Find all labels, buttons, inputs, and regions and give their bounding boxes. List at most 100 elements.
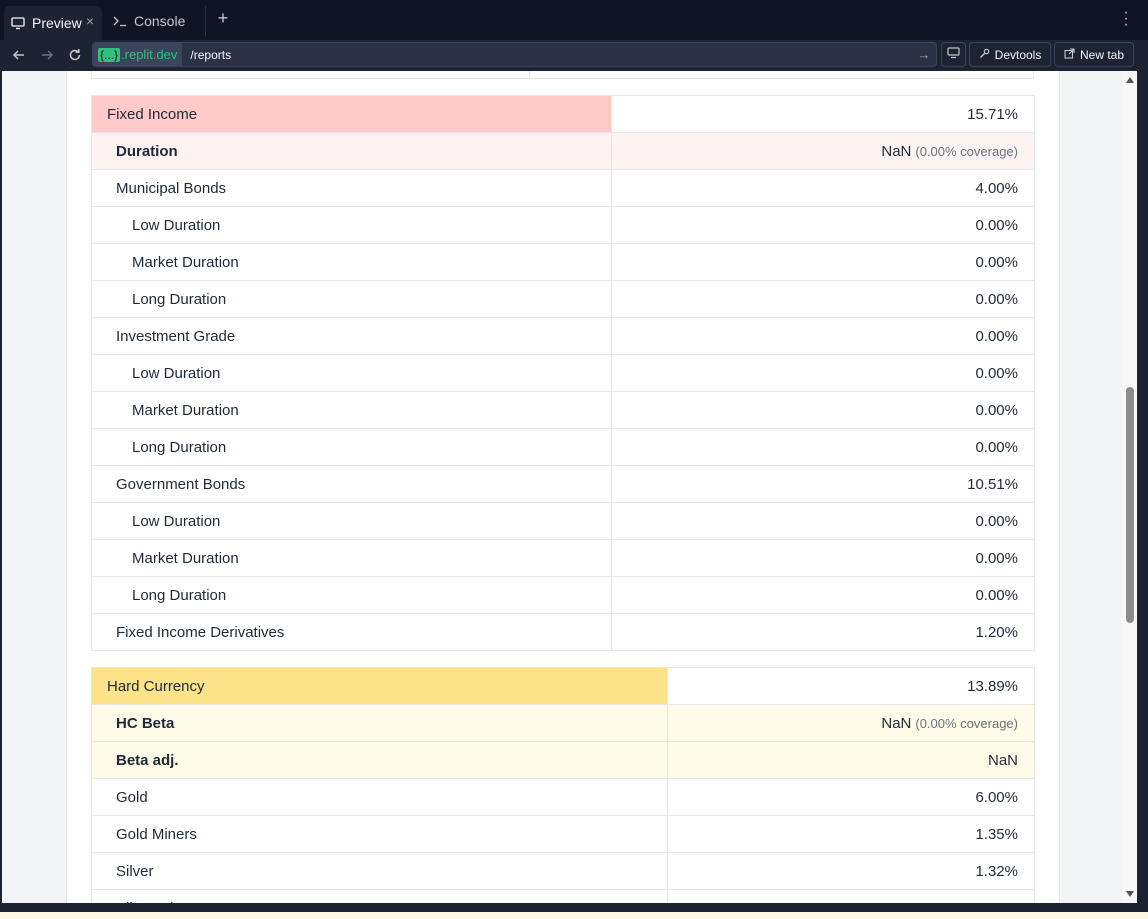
table-row: Government Bonds 10.51%	[92, 466, 1034, 503]
row-label: Silver Miners	[92, 890, 668, 903]
devtools-label: Devtools	[994, 47, 1042, 62]
table-row: Market Duration 0.00%	[92, 392, 1034, 429]
scrollbar-thumb[interactable]	[1126, 387, 1134, 623]
forward-arrow-icon[interactable]	[36, 44, 58, 66]
row-value-cell: 1.32%	[975, 853, 1018, 889]
row-label: Market Duration	[92, 244, 612, 280]
metric-row: Duration NaN (0.00% coverage)	[92, 133, 1034, 170]
tab-console[interactable]: Console	[108, 6, 206, 36]
row-label: Low Duration	[92, 355, 612, 391]
table-row: Market Duration 0.00%	[92, 244, 1034, 281]
row-value: 10.51%	[967, 475, 1018, 493]
preview-viewport: Fixed Income 15.71% Duration NaN (0.00% co…	[2, 71, 1123, 903]
screen-size-button[interactable]	[941, 42, 966, 67]
row-value-cell: 0.00%	[975, 577, 1018, 613]
row-label: Long Duration	[92, 577, 612, 613]
row-value: NaN	[987, 751, 1018, 769]
more-options-icon[interactable]: · · ·	[1120, 5, 1132, 33]
table-row: Investment Grade 0.00%	[92, 318, 1034, 355]
row-label: Market Duration	[92, 540, 612, 576]
go-arrow-icon[interactable]: →	[912, 47, 936, 62]
previous-table-row	[91, 71, 1034, 79]
browser-tab-bar: Preview × Console + · · ·	[0, 0, 1148, 40]
row-label: Market Duration	[92, 392, 612, 428]
taskbar-strip	[0, 912, 1148, 919]
row-value: 0.00%	[975, 216, 1018, 234]
vertical-scrollbar[interactable]	[1123, 71, 1137, 903]
row-label: Gold	[92, 779, 668, 815]
row-value-cell: 10.51%	[967, 466, 1018, 502]
table-row: Silver Miners 5.22%	[92, 890, 1034, 903]
window-frame	[1137, 71, 1148, 903]
row-value: 0.00%	[975, 401, 1018, 419]
table-row: Silver 1.32%	[92, 853, 1034, 890]
row-label: Silver	[92, 853, 668, 889]
row-label: Low Duration	[92, 207, 612, 243]
row-value-cell: 1.35%	[975, 816, 1018, 852]
url-bar[interactable]: {...} .replit.dev /reports →	[92, 42, 937, 67]
monitor-icon	[10, 15, 26, 31]
hard-currency-header-row: Hard Currency 13.89%	[92, 668, 1034, 705]
close-tab-icon[interactable]: ×	[82, 13, 98, 29]
row-value: 6.00%	[975, 788, 1018, 806]
row-value-cell: NaN (0.00% coverage)	[881, 133, 1018, 169]
coverage-note: (0.00% coverage)	[915, 143, 1018, 159]
row-label: Duration	[92, 133, 612, 169]
table-row: Low Duration 0.00%	[92, 207, 1034, 244]
row-label: Low Duration	[92, 503, 612, 539]
row-value-cell: NaN (0.00% coverage)	[881, 705, 1018, 741]
row-value: 0.00%	[975, 512, 1018, 530]
row-value: 0.00%	[975, 549, 1018, 567]
metric-row: Beta adj. NaN	[92, 742, 1034, 779]
row-value-cell: 0.00%	[975, 392, 1018, 428]
scroll-up-arrow-icon[interactable]	[1126, 77, 1134, 83]
browser-toolbar: {...} .replit.dev /reports → Devtools Ne…	[0, 40, 1148, 70]
row-value-cell: NaN	[988, 742, 1018, 778]
table-row: Gold 6.00%	[92, 779, 1034, 816]
scroll-down-arrow-icon[interactable]	[1126, 891, 1134, 897]
coverage-note: (0.00% coverage)	[915, 715, 1018, 731]
table-row: Market Duration 0.00%	[92, 540, 1034, 577]
table-row: Low Duration 0.00%	[92, 355, 1034, 392]
new-tab-button[interactable]: New tab	[1054, 42, 1134, 67]
hard-currency-table: Hard Currency 13.89% HC Beta NaN (0.00% co…	[91, 667, 1035, 903]
table-row: Municipal Bonds 4.00%	[92, 170, 1034, 207]
url-path[interactable]: /reports	[182, 48, 912, 62]
back-arrow-icon[interactable]	[8, 44, 30, 66]
section-value: 15.71%	[967, 105, 1018, 123]
table-row: Low Duration 0.00%	[92, 503, 1034, 540]
row-value-cell: 0.00%	[975, 207, 1018, 243]
wrench-icon	[979, 48, 990, 62]
tab-preview[interactable]: Preview ×	[4, 6, 102, 40]
row-label: Investment Grade	[92, 318, 612, 354]
row-value: 0.00%	[975, 586, 1018, 604]
row-value-cell: 0.00%	[975, 540, 1018, 576]
row-value: 4.00%	[975, 179, 1018, 197]
row-value: 0.00%	[975, 253, 1018, 271]
report-page: Fixed Income 15.71% Duration NaN (0.00% co…	[66, 71, 1060, 903]
row-value-cell: 0.00%	[975, 503, 1018, 539]
url-host: {...} .replit.dev	[93, 43, 183, 66]
row-value: 1.32%	[975, 862, 1018, 880]
metric-row: HC Beta NaN (0.00% coverage)	[92, 705, 1034, 742]
row-value-cell: 5.22%	[975, 890, 1018, 904]
row-value-cell: 0.00%	[975, 318, 1018, 354]
row-label: Fixed Income Derivatives	[92, 614, 612, 650]
row-value: 0.00%	[975, 290, 1018, 308]
tab-preview-label: Preview	[32, 15, 82, 31]
row-label: Beta adj.	[92, 742, 668, 778]
table-row: Long Duration 0.00%	[92, 281, 1034, 318]
row-value-cell: 6.00%	[975, 779, 1018, 815]
devtools-button[interactable]: Devtools	[969, 42, 1051, 67]
row-label: Government Bonds	[92, 466, 612, 502]
add-tab-icon[interactable]: +	[212, 8, 234, 32]
url-host-text: .replit.dev	[121, 47, 178, 62]
fixed-income-header-row: Fixed Income 15.71%	[92, 96, 1034, 133]
new-tab-label: New tab	[1079, 47, 1125, 62]
reload-icon[interactable]	[64, 44, 86, 66]
row-value-cell: 0.00%	[975, 355, 1018, 391]
fixed-income-table: Fixed Income 15.71% Duration NaN (0.00% co…	[91, 95, 1035, 651]
row-label: Long Duration	[92, 429, 612, 465]
row-value: 0.00%	[975, 438, 1018, 456]
section-title: Fixed Income	[92, 96, 612, 132]
